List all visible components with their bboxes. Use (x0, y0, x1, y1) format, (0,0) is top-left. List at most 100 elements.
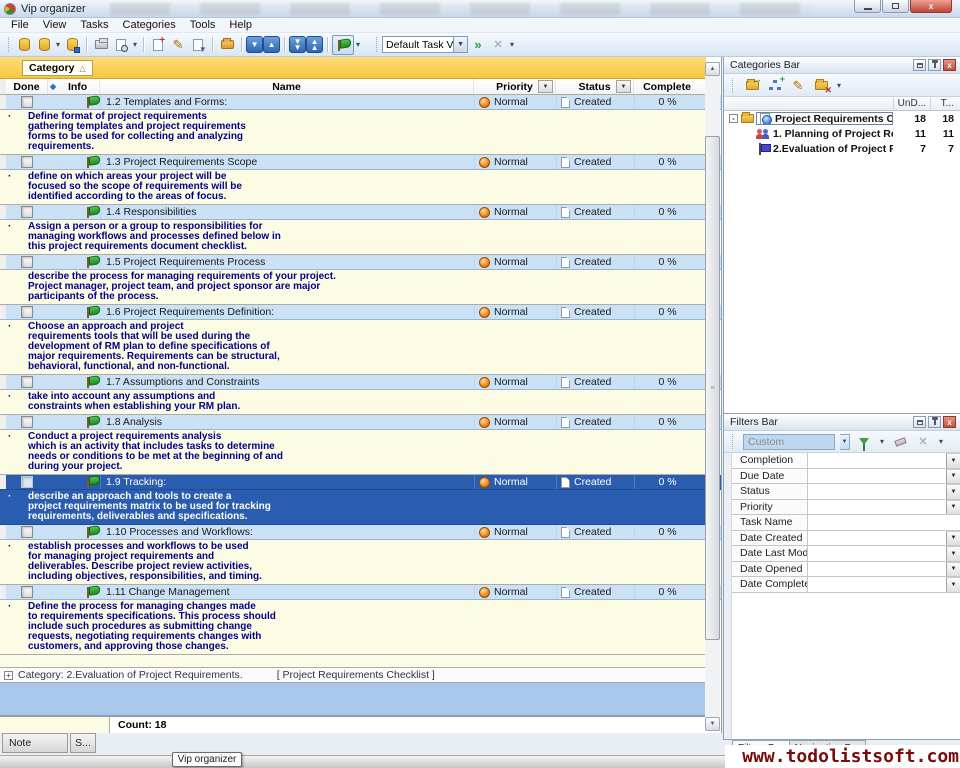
apply-filter-icon[interactable] (855, 434, 873, 450)
edit-task-icon[interactable]: ✎ (168, 35, 188, 55)
menu-item[interactable]: Tasks (73, 19, 115, 31)
task-row[interactable]: 1.8 Analysis Normal Created 0 % (0, 415, 721, 430)
menu-item[interactable]: Tools (183, 19, 223, 31)
filter-dropdown-icon[interactable]: ▼ (946, 469, 960, 484)
panel-close-icon[interactable]: x (943, 416, 956, 428)
task-description-row[interactable]: · define on which areas your project wil… (0, 170, 706, 205)
panel-float-icon[interactable] (913, 416, 926, 428)
task-view-combo[interactable]: Default Task V (382, 36, 454, 53)
remove-filter-icon[interactable]: ✕ (914, 434, 932, 450)
task-row[interactable]: 1.6 Project Requirements Definition: Nor… (0, 305, 721, 320)
filter-dropdown-icon[interactable]: ▼ (946, 546, 960, 561)
task-priority-cell[interactable]: Normal (474, 585, 556, 599)
column-header-name[interactable]: Name (100, 79, 474, 94)
task-description-row[interactable]: describe the process for managing requir… (0, 270, 706, 305)
task-description-row[interactable]: · take into account any assumptions and … (0, 390, 706, 415)
toolbar-grip[interactable] (732, 78, 735, 93)
task-row[interactable]: 1.4 Responsibilities Normal Created 0 % (0, 205, 721, 220)
column-header-priority[interactable]: Priority▼ (474, 79, 556, 94)
move-bottom-icon[interactable]: ▼▼ (289, 36, 306, 53)
task-priority-cell[interactable]: Normal (474, 95, 556, 109)
task-priority-cell[interactable]: Normal (474, 415, 556, 429)
vertical-scrollbar[interactable]: ▲ ≡ ▼ (705, 62, 720, 731)
done-checkbox[interactable] (21, 526, 33, 538)
task-description-row[interactable]: · Conduct a project requirements analysi… (0, 430, 706, 475)
column-header-complete[interactable]: Complete (634, 79, 700, 94)
task-status-cell[interactable]: Created (556, 305, 634, 319)
collapsed-group-row[interactable]: +Category: 2.Evaluation of Project Requi… (0, 668, 706, 683)
filter-dropdown-icon[interactable]: ▼ (946, 453, 960, 468)
done-checkbox[interactable] (21, 96, 33, 108)
task-status-cell[interactable]: Created (556, 205, 634, 219)
task-row[interactable]: 1.2 Templates and Forms: Normal Created … (0, 95, 721, 110)
filter-value-field[interactable] (808, 531, 946, 546)
new-subcategory-icon[interactable]: + (766, 77, 784, 93)
save-file-icon[interactable] (62, 35, 82, 55)
print-caret-icon[interactable]: ▾ (131, 40, 139, 49)
new-file-icon[interactable] (14, 35, 34, 55)
task-view-combo-arrow-icon[interactable]: ▼ (454, 36, 468, 53)
done-checkbox[interactable] (21, 256, 33, 268)
toolbar-grip[interactable] (376, 37, 379, 52)
task-status-cell[interactable]: Created (556, 155, 634, 169)
filter-dropdown-icon[interactable]: ▼ (946, 577, 960, 592)
task-row[interactable]: 1.5 Project Requirements Process Normal … (0, 255, 721, 270)
category-tree-row[interactable]: 1. Planning of Project Require 11 11 (724, 126, 960, 141)
task-priority-cell[interactable]: Normal (474, 255, 556, 269)
panel-close-icon[interactable]: x (943, 59, 956, 71)
column-undone[interactable]: UnD... (893, 98, 930, 109)
task-description-row[interactable]: · Define format of project requirements … (0, 110, 706, 155)
task-priority-cell[interactable]: Normal (474, 475, 556, 489)
task-description-row[interactable]: · establish processes and workflows to b… (0, 540, 706, 585)
done-checkbox[interactable] (21, 416, 33, 428)
scrollbar-thumb[interactable]: ≡ (705, 136, 720, 640)
task-priority-cell[interactable]: Normal (474, 375, 556, 389)
done-checkbox[interactable] (21, 156, 33, 168)
filter-value-field[interactable] (808, 453, 946, 468)
filter-value-field[interactable] (808, 515, 960, 530)
delete-category-icon[interactable]: ✕ (812, 77, 830, 93)
menu-item[interactable]: Help (222, 19, 259, 31)
task-priority-cell[interactable]: Normal (474, 205, 556, 219)
flag-button[interactable] (332, 35, 354, 55)
task-row[interactable]: 1.9 Tracking: Normal Created 0 % (0, 475, 721, 490)
filter-preset-combo-arrow-icon[interactable]: ▼ (840, 434, 850, 450)
done-checkbox[interactable] (21, 586, 33, 598)
print-icon[interactable] (91, 35, 111, 55)
scroll-down-icon[interactable]: ▼ (705, 717, 720, 731)
status-filter-dropdown-icon[interactable]: ▼ (616, 80, 631, 93)
task-status-cell[interactable]: Created (556, 375, 634, 389)
column-header-status[interactable]: Status▼ (556, 79, 634, 94)
collapse-icon[interactable]: - (729, 114, 738, 123)
clear-filter-icon[interactable] (891, 434, 909, 450)
scroll-up-icon[interactable]: ▲ (705, 62, 720, 76)
column-header-info[interactable]: ◆Info (48, 79, 100, 94)
categories-toolbar-caret-icon[interactable]: ▾ (835, 81, 843, 90)
toolbar-grip[interactable] (8, 37, 11, 52)
panel-float-icon[interactable] (913, 59, 926, 71)
column-header-done[interactable]: Done (6, 79, 48, 94)
new-category-icon[interactable]: → (743, 77, 761, 93)
filter-dropdown-icon[interactable]: ▼ (946, 500, 960, 515)
apply-view-icon[interactable]: » (468, 35, 488, 55)
done-checkbox[interactable] (21, 206, 33, 218)
tab-note[interactable]: Note (2, 733, 68, 753)
task-description-row[interactable]: · describe an approach and tools to crea… (0, 490, 706, 525)
category-tree-row[interactable]: - Project Requirements Checklis 18 18 (724, 111, 960, 126)
filter-value-field[interactable] (808, 577, 946, 592)
panel-pin-icon[interactable] (928, 59, 941, 71)
group-by-category-chip[interactable]: Category△ (22, 60, 93, 76)
move-top-icon[interactable]: ▲▲ (306, 36, 323, 53)
task-description-row[interactable]: · Choose an approach and project require… (0, 320, 706, 375)
task-status-cell[interactable]: Created (556, 255, 634, 269)
taskbar-vip-organizer-button[interactable]: Vip organizer (172, 752, 242, 767)
task-status-cell[interactable]: Created (556, 475, 634, 489)
move-down-icon[interactable]: ▼ (246, 36, 263, 53)
filter-value-field[interactable] (808, 484, 946, 499)
print-preview-icon[interactable] (111, 35, 131, 55)
filter-value-field[interactable] (808, 500, 946, 515)
close-button[interactable]: x (910, 0, 952, 13)
task-row[interactable]: 1.7 Assumptions and Constraints Normal C… (0, 375, 721, 390)
open-file-caret-icon[interactable]: ▾ (54, 40, 62, 49)
filters-toolbar-caret-icon[interactable]: ▾ (937, 437, 945, 446)
